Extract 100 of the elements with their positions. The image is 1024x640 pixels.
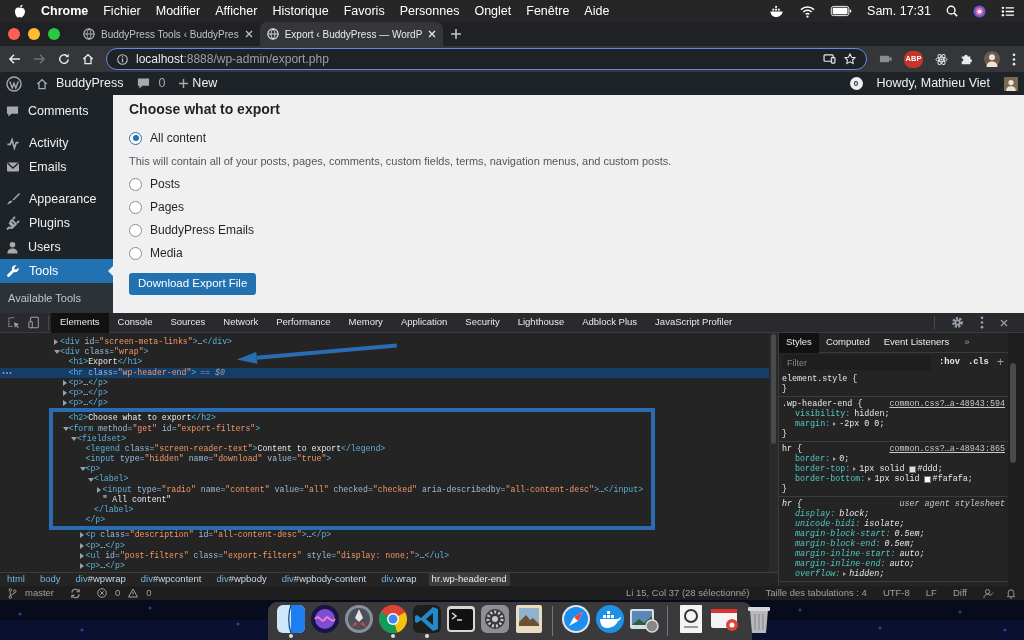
control-center-icon[interactable] <box>1001 5 1014 17</box>
collapse-arrow-icon[interactable] <box>62 426 69 431</box>
breadcrumb-item[interactable]: div#wpbody <box>213 573 270 586</box>
more-icon[interactable] <box>1012 52 1016 66</box>
scrollbar[interactable] <box>1010 363 1016 463</box>
radio-button[interactable] <box>129 177 142 191</box>
minimize-window-button[interactable] <box>28 28 40 40</box>
envelope-icon[interactable] <box>6 161 20 173</box>
devtools-tab[interactable]: Console <box>108 312 162 333</box>
breadcrumb-item[interactable]: div#wpcontent <box>137 573 205 586</box>
styles-tab[interactable]: Computed <box>818 333 877 353</box>
menu-item[interactable]: Aide <box>584 1 610 21</box>
error-icon[interactable] <box>97 588 108 598</box>
warning-count[interactable]: 0 <box>146 585 152 601</box>
wrench-icon[interactable] <box>6 264 20 278</box>
expand-arrow-icon[interactable] <box>843 572 847 576</box>
zoom-window-button[interactable] <box>48 28 60 40</box>
sidebar-item[interactable]: Appearance <box>0 187 113 211</box>
devtools-tab[interactable]: Adblock Plus <box>573 312 647 333</box>
collapse-arrow-icon[interactable] <box>54 350 60 355</box>
devtools-tab[interactable]: Network <box>214 312 268 333</box>
radio-button[interactable] <box>129 131 142 145</box>
reload-icon[interactable] <box>58 53 70 65</box>
expand-arrow-icon[interactable] <box>833 422 837 426</box>
add-rule-button[interactable]: + <box>996 353 1004 372</box>
battery-icon[interactable] <box>830 5 853 17</box>
browser-tab[interactable]: BuddyPress Tools ‹ BuddyPres <box>76 22 260 46</box>
radio-button[interactable] <box>129 200 142 214</box>
devtools-tab[interactable]: Memory <box>339 312 392 333</box>
logo-icon[interactable] <box>6 75 22 92</box>
user-icon[interactable] <box>6 240 19 254</box>
puzzle-icon[interactable] <box>960 53 972 65</box>
comment-icon[interactable] <box>137 77 151 90</box>
menu-clock[interactable]: Sam. 17:31 <box>867 1 931 21</box>
radio-label[interactable]: Pages <box>150 198 185 217</box>
inspect-icon[interactable] <box>8 316 20 329</box>
home-icon[interactable] <box>36 77 48 90</box>
search-icon[interactable] <box>946 5 958 17</box>
devtools-tab[interactable]: JavaScript Profiler <box>646 312 742 333</box>
submenu-item[interactable]: Available Tools <box>0 283 113 313</box>
close-icon[interactable] <box>1000 318 1008 327</box>
screen-icon[interactable] <box>823 54 836 64</box>
app-menu[interactable]: Chrome <box>41 1 89 21</box>
atom-icon[interactable] <box>935 52 948 66</box>
error-count[interactable]: 0 <box>115 585 121 601</box>
app-icon[interactable] <box>480 604 510 634</box>
site-link[interactable]: BuddyPress <box>56 74 124 93</box>
avatar-icon[interactable] <box>984 51 1000 67</box>
expand-arrow-icon[interactable] <box>79 552 84 559</box>
expand-arrow-icon[interactable] <box>62 379 67 386</box>
menu-item[interactable]: Fenêtre <box>526 1 570 21</box>
devtools-tab[interactable]: Security <box>456 312 509 333</box>
menu-item[interactable]: Fichier <box>103 1 141 21</box>
expand-arrow-icon[interactable] <box>79 542 84 549</box>
status-item[interactable]: Diff <box>952 585 967 601</box>
new-link[interactable]: New <box>192 74 218 93</box>
menu-item[interactable]: Afficher <box>215 1 258 21</box>
devtools-tab[interactable]: Performance <box>267 312 340 333</box>
wifi-icon[interactable] <box>800 4 816 18</box>
radio-label[interactable]: Media <box>150 244 183 263</box>
radio-button[interactable] <box>129 246 142 260</box>
new-tab-icon[interactable] <box>451 29 462 39</box>
radio-label[interactable]: BuddyPress Emails <box>150 221 255 240</box>
activity-icon[interactable] <box>6 136 20 150</box>
menu-item[interactable]: Onglet <box>474 1 512 21</box>
sidebar-item[interactable]: Tools <box>0 259 113 283</box>
menu-item[interactable]: Favoris <box>343 1 385 21</box>
sync-icon[interactable] <box>70 587 82 599</box>
bell-icon[interactable] <box>1006 587 1016 599</box>
orb-icon[interactable] <box>973 4 986 18</box>
comment-count[interactable]: 0 <box>158 74 166 93</box>
warning-icon[interactable] <box>128 588 139 598</box>
close-icon[interactable] <box>244 30 253 38</box>
star-icon[interactable] <box>844 53 856 65</box>
expand-arrow-icon[interactable] <box>54 339 58 346</box>
source-link[interactable]: common.css?…a-48943:594 <box>889 399 1005 409</box>
comment-icon[interactable] <box>6 104 19 118</box>
feedback-icon[interactable] <box>983 587 994 599</box>
plug-icon[interactable] <box>6 216 20 230</box>
color-swatch[interactable] <box>908 465 916 473</box>
breadcrumb-item[interactable]: body <box>36 573 64 586</box>
expand-arrow-icon[interactable] <box>853 467 857 471</box>
selected-row[interactable]: <hr class="wp-header-end"> == $0 <box>0 367 769 378</box>
greeting-link[interactable]: Howdy, Mathieu Viet <box>876 74 990 93</box>
breadcrumb-item[interactable]: hr.wp-header-end <box>428 573 510 586</box>
cls-toggle[interactable]: .cls <box>967 355 989 369</box>
menu-item[interactable]: Personnes <box>399 1 460 21</box>
more-tabs-button[interactable]: » <box>964 335 970 350</box>
breadcrumb-item[interactable]: html <box>4 573 28 586</box>
app-icon[interactable] <box>310 604 340 634</box>
status-item[interactable]: Taille des tabulations : 4 <box>765 585 867 601</box>
expand-arrow-icon[interactable] <box>96 486 101 493</box>
sidebar-item[interactable]: Comments <box>0 99 113 123</box>
app-icon[interactable] <box>446 604 476 634</box>
hov-toggle[interactable]: :hov <box>939 355 960 369</box>
device-icon[interactable] <box>28 316 40 329</box>
radio-label[interactable]: All content <box>150 129 207 148</box>
radio-button[interactable] <box>129 223 142 237</box>
radio-label[interactable]: Posts <box>150 175 180 194</box>
download-button[interactable]: Download Export File <box>129 272 257 295</box>
